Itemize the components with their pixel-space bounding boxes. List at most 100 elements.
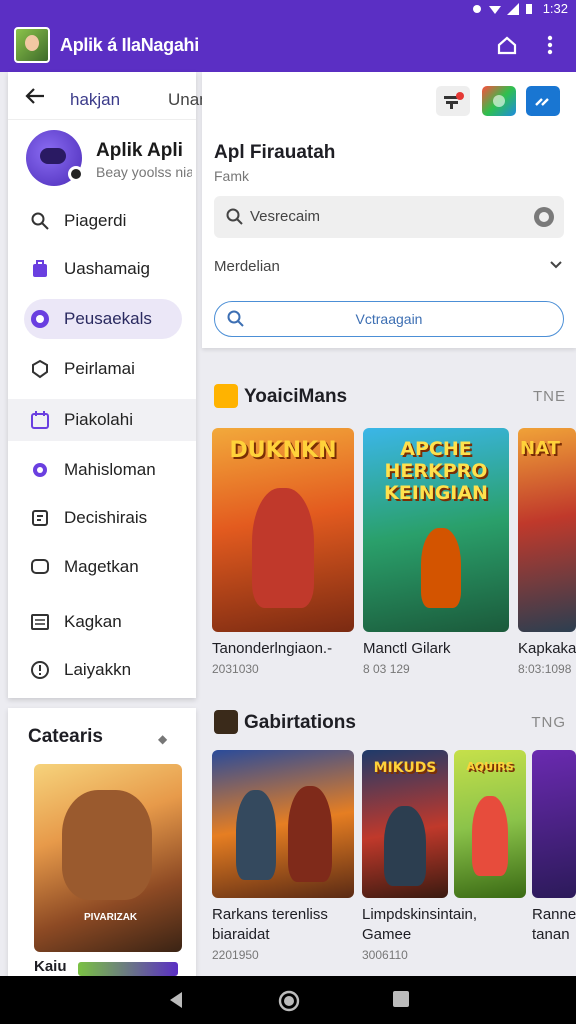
game-name-line2: biaraidat [212, 926, 270, 943]
link-button[interactable] [526, 86, 560, 116]
nav-item-4[interactable]: Peirlamai [8, 348, 196, 390]
nav-home-button[interactable] [278, 990, 300, 1012]
categories-card: Catearis ◆ PIVARIZAK Kaiu [8, 708, 196, 978]
store-icon [493, 95, 505, 107]
document-icon [30, 508, 50, 528]
nav-item-7[interactable]: Decishirais [8, 497, 196, 539]
list-icon [30, 612, 50, 632]
play-store-button[interactable] [482, 86, 516, 116]
status-dot-icon [68, 166, 84, 182]
nav-item-1[interactable]: Piagerdi [8, 200, 196, 242]
app-avatar[interactable] [14, 27, 50, 63]
dropdown-value: Merdelian [214, 258, 280, 275]
home-icon [497, 36, 517, 55]
nav-recents-button[interactable] [392, 990, 412, 1010]
nav-item-label: Mahisloman [64, 460, 156, 479]
game-name: Manctl Gilark [363, 640, 451, 657]
game-art [212, 750, 354, 898]
nav-item-2[interactable]: Uashamaig [8, 248, 196, 290]
search-icon [226, 208, 244, 231]
game-name: Rarkans terenliss [212, 906, 328, 923]
settings-status-icon [471, 3, 483, 15]
search-icon [227, 310, 245, 333]
game-name-line2: tanan [532, 926, 570, 943]
outlined-search-button[interactable]: Vctraagain [214, 301, 564, 337]
character-figure [252, 488, 314, 608]
nav-item-label: Peusaekals [64, 309, 152, 328]
profile-subtitle: Beay yoolss nia [96, 164, 192, 180]
more-options-button[interactable] [537, 32, 563, 58]
shield-icon [30, 359, 50, 379]
character-figure [472, 796, 508, 876]
nav-item-5[interactable]: Piakolahi [8, 399, 196, 441]
clear-search-icon[interactable] [534, 207, 554, 227]
signal-icon [506, 2, 519, 15]
game-meta: 3006110 [362, 948, 408, 962]
game-art: APCHE HERKPRO KEINGIAN [363, 428, 509, 632]
outlined-button-label: Vctraagain [355, 311, 423, 327]
categories-menu-icon[interactable]: ◆ [158, 732, 167, 746]
search-icon [30, 211, 50, 231]
game-name: Limpdskinsintain, [362, 906, 478, 923]
circle-badge-icon [30, 309, 50, 329]
home-button[interactable] [494, 32, 520, 58]
nav-item-label: Peirlamai [64, 359, 135, 378]
recents-square-icon [393, 991, 409, 1007]
game-art: AQUIRS [454, 750, 526, 898]
dropdown-select[interactable]: Merdelian [214, 258, 564, 278]
nav-item-6[interactable]: Mahisloman [8, 449, 196, 491]
game-art-title: APCHE HERKPRO KEINGIAN [384, 438, 488, 504]
nav-item-8[interactable]: Magetkan [8, 546, 196, 588]
game-name: Ranne [532, 906, 576, 923]
character-figure [421, 528, 461, 608]
game-art: DUKNKN [212, 428, 354, 632]
game-art: NAT [518, 428, 576, 632]
system-navigation-bar [0, 976, 576, 1024]
notification-badge-icon [444, 92, 464, 109]
nav-item-label: Kagkan [64, 612, 122, 631]
category-label: Kaiu [34, 958, 67, 975]
category-banner [78, 962, 178, 976]
nav-item-9[interactable]: Kagkan [8, 601, 196, 643]
game-meta: 2201950 [212, 948, 259, 962]
status-bar: 1:32 [0, 0, 576, 18]
section-header: YoaiciMans TNE [202, 382, 576, 412]
profile-name: Aplik Apli [96, 140, 183, 161]
search-field[interactable]: Vesrecaim [214, 196, 564, 238]
detail-panel: Apl Firauatah Famk Vesrecaim Merdelian V… [202, 72, 576, 348]
more-vert-icon [547, 35, 553, 55]
character-figure [384, 806, 426, 886]
nav-item-label: Magetkan [64, 557, 139, 576]
chat-bubble-icon [30, 557, 50, 577]
status-time: 1:32 [542, 1, 568, 16]
category-image[interactable]: PIVARIZAK [34, 764, 182, 952]
link-icon [535, 98, 549, 106]
nav-item-label: Uashamaig [64, 259, 150, 278]
nav-back-button[interactable] [166, 990, 186, 1010]
character-figure [236, 790, 276, 880]
wifi-icon [488, 3, 501, 15]
battery-icon [525, 3, 537, 15]
game-art-title: DUKNKN [229, 438, 337, 463]
drawer-tab-1[interactable]: hakjan [70, 90, 120, 110]
nav-item-label: Piagerdi [64, 211, 127, 230]
panel-subtitle: Famk [214, 168, 249, 184]
nav-item-10[interactable]: Laiyakkn [8, 649, 196, 691]
creature-illustration [62, 790, 152, 900]
search-value: Vesrecaim [250, 208, 321, 225]
app-bar: Aplik á IlaNagahi [0, 18, 576, 72]
back-button[interactable] [24, 86, 46, 106]
featured-section: YoaiciMans TNE DUKNKN Tanonderlngiaon.- … [202, 382, 576, 692]
nav-item-3-active[interactable]: Peusaekals [8, 298, 196, 340]
section-more-link[interactable]: TNE [533, 388, 566, 405]
section-more-link[interactable]: TNG [531, 714, 566, 731]
info-icon [30, 660, 50, 680]
home-circle-icon [278, 990, 300, 1012]
section-title: Gabirtations [244, 712, 356, 733]
panel-title: Apl Firauatah [214, 142, 336, 163]
categories-title: Catearis [28, 726, 103, 747]
notifications-button[interactable] [436, 86, 470, 116]
game-name: Kapkaka [518, 640, 576, 657]
arrow-left-icon [25, 88, 44, 104]
profile-block[interactable]: Aplik Apli Beay yoolss nia [8, 120, 196, 200]
